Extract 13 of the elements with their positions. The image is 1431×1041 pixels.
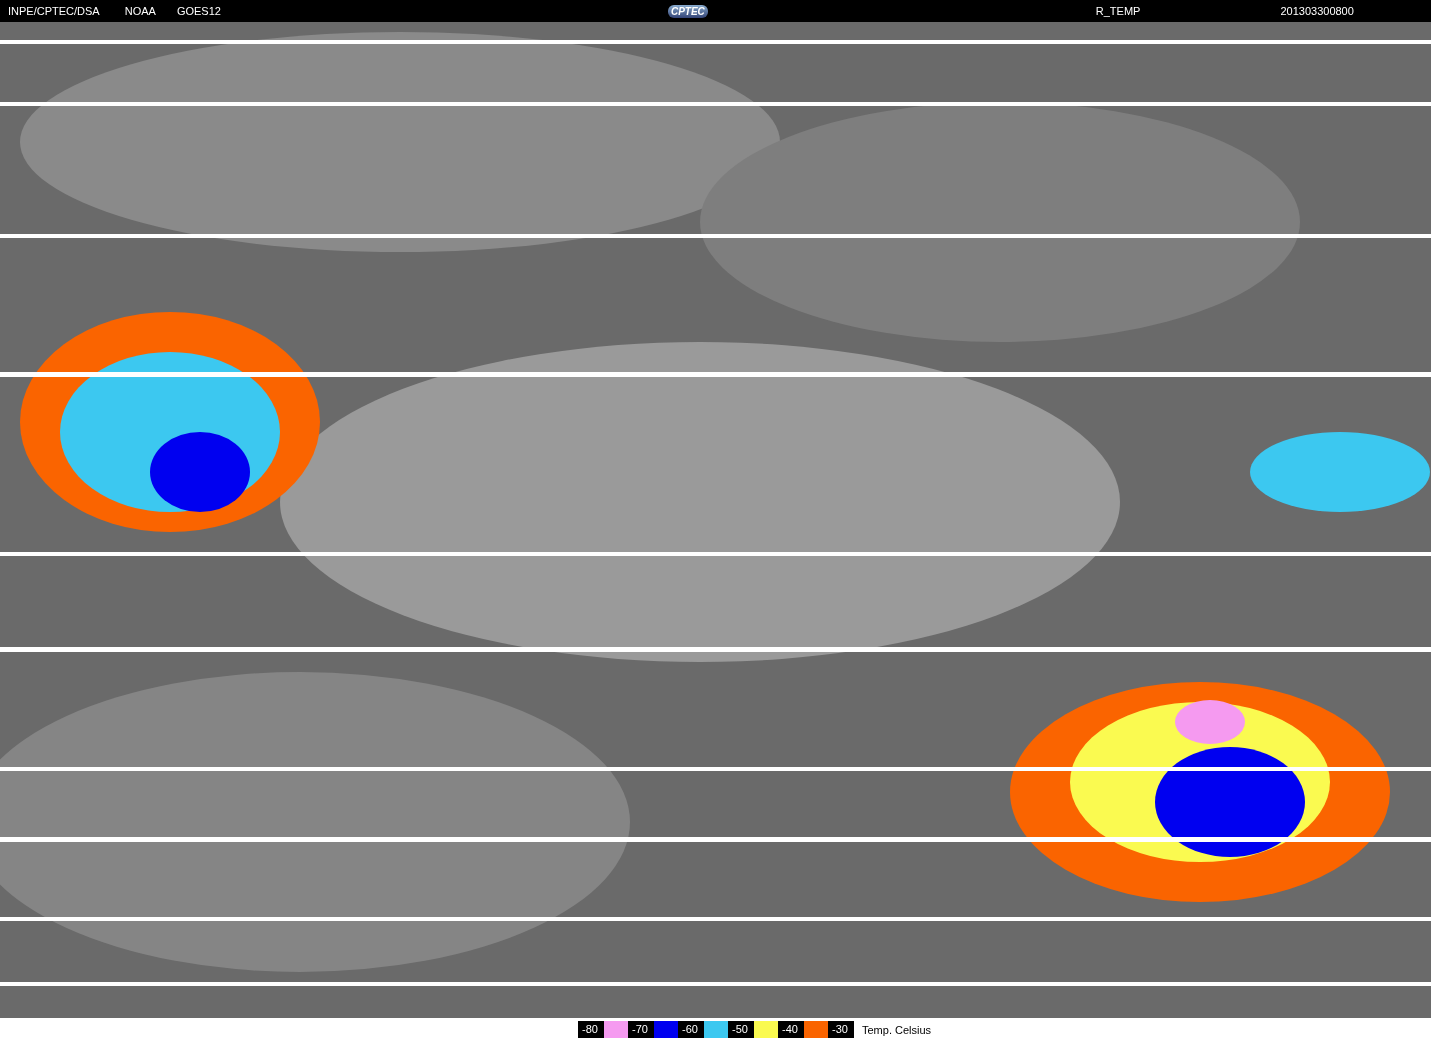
legend-value: -80 [578,1021,604,1038]
legend-value: -30 [828,1021,854,1038]
legend-value: -50 [728,1021,754,1038]
product-label: R_TEMP [1095,5,1141,17]
legend-value: -40 [778,1021,804,1038]
legend-value: -60 [678,1021,704,1038]
legend-value: -70 [628,1021,654,1038]
source-label: INPE/CPTEC/DSA [8,5,100,17]
agency-label: NOAA [124,5,156,17]
satellite-label: GOES12 [176,5,221,17]
legend-unit: Temp. Celsius [862,1023,932,1036]
timestamp-label: 201303300800 [1280,5,1354,17]
logo: CPTEC [667,4,708,18]
